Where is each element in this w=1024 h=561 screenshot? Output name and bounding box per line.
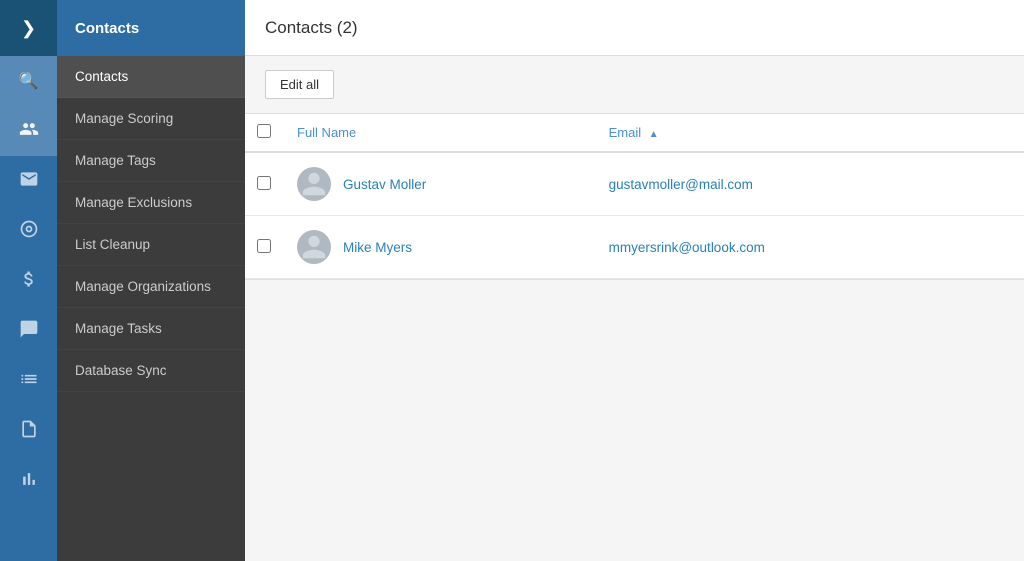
dollar-icon xyxy=(19,269,39,294)
table-row: Mike Myers mmyersrink@outlook.com xyxy=(245,216,1024,279)
row-email-cell: mmyersrink@outlook.com xyxy=(597,216,1024,279)
full-name-column-header[interactable]: Full Name xyxy=(285,114,597,152)
target-nav-item[interactable] xyxy=(0,206,57,256)
sidebar-item-list-cleanup[interactable]: List Cleanup xyxy=(57,224,245,266)
main-header: Contacts (2) xyxy=(245,0,1024,56)
icon-bar: ❯ 🔍 xyxy=(0,0,57,561)
expand-button[interactable]: ❯ xyxy=(0,0,57,56)
chat-nav-item[interactable] xyxy=(0,306,57,356)
row-name-cell: Gustav Moller xyxy=(285,152,597,216)
avatar xyxy=(297,230,331,264)
row-checkbox[interactable] xyxy=(257,176,271,190)
doc-icon xyxy=(19,419,39,444)
contacts-table: Full Name Email ▲ xyxy=(245,114,1024,279)
main-content: Contacts (2) Edit all Full Name Email xyxy=(245,0,1024,561)
contacts-table-wrapper: Full Name Email ▲ xyxy=(245,114,1024,323)
sidebar-item-contacts[interactable]: Contacts xyxy=(57,56,245,98)
row-email-cell: gustavmoller@mail.com xyxy=(597,152,1024,216)
contacts-icon xyxy=(19,119,39,144)
avatar xyxy=(297,167,331,201)
sidebar-item-manage-tasks[interactable]: Manage Tasks xyxy=(57,308,245,350)
list-icon xyxy=(19,369,39,394)
list-nav-item[interactable] xyxy=(0,356,57,406)
table-header-row: Full Name Email ▲ xyxy=(245,114,1024,152)
contacts-nav-item[interactable] xyxy=(0,106,57,156)
page-title: Contacts (2) xyxy=(265,18,358,38)
edit-all-button[interactable]: Edit all xyxy=(265,70,334,99)
sidebar-item-manage-exclusions[interactable]: Manage Exclusions xyxy=(57,182,245,224)
left-nav: Contacts Contacts Manage Scoring Manage … xyxy=(57,0,245,561)
sidebar-item-manage-organizations[interactable]: Manage Organizations xyxy=(57,266,245,308)
row-checkbox[interactable] xyxy=(257,239,271,253)
row-checkbox-cell xyxy=(245,152,285,216)
chart-icon xyxy=(19,469,39,494)
contact-name-link[interactable]: Gustav Moller xyxy=(343,177,426,192)
doc-nav-item[interactable] xyxy=(0,406,57,456)
main-body: Edit all Full Name Email ▲ xyxy=(245,56,1024,561)
sidebar-item-manage-scoring[interactable]: Manage Scoring xyxy=(57,98,245,140)
sidebar-item-manage-tags[interactable]: Manage Tags xyxy=(57,140,245,182)
table-footer xyxy=(245,279,1024,323)
left-nav-title: Contacts xyxy=(75,20,139,37)
chart-nav-item[interactable] xyxy=(0,456,57,506)
row-checkbox-cell xyxy=(245,216,285,279)
expand-icon: ❯ xyxy=(21,18,36,39)
contact-email-link[interactable]: gustavmoller@mail.com xyxy=(609,177,753,192)
target-icon xyxy=(19,219,39,244)
select-all-header xyxy=(245,114,285,152)
toolbar: Edit all xyxy=(245,56,1024,114)
row-name-cell: Mike Myers xyxy=(285,216,597,279)
mail-icon xyxy=(19,169,39,194)
table-row: Gustav Moller gustavmoller@mail.com xyxy=(245,152,1024,216)
mail-nav-item[interactable] xyxy=(0,156,57,206)
search-icon: 🔍 xyxy=(19,71,39,91)
chat-icon xyxy=(19,319,39,344)
search-nav-item[interactable]: 🔍 xyxy=(0,56,57,106)
email-column-header[interactable]: Email ▲ xyxy=(597,114,1024,152)
left-nav-header: Contacts xyxy=(57,0,245,56)
email-sort-arrow: ▲ xyxy=(649,129,659,140)
sidebar-item-database-sync[interactable]: Database Sync xyxy=(57,350,245,392)
dollar-nav-item[interactable] xyxy=(0,256,57,306)
contact-name-link[interactable]: Mike Myers xyxy=(343,240,412,255)
select-all-checkbox[interactable] xyxy=(257,124,271,138)
contact-email-link[interactable]: mmyersrink@outlook.com xyxy=(609,240,765,255)
